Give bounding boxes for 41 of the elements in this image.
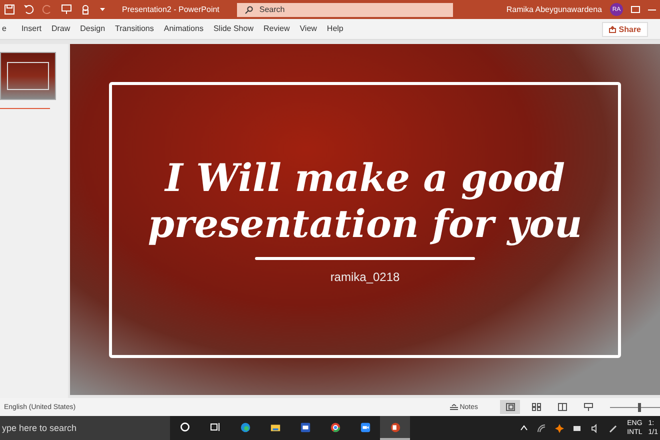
- task-view-icon: [210, 422, 220, 432]
- book-icon: [558, 403, 566, 411]
- dropdown-icon[interactable]: [99, 6, 106, 13]
- undo-icon[interactable]: [23, 4, 34, 15]
- search-icon: [245, 6, 254, 14]
- ribbon-tab[interactable]: Design: [80, 22, 106, 36]
- ribbon-tab[interactable]: Animations: [164, 22, 204, 36]
- chevron-up-icon[interactable]: [520, 425, 528, 431]
- projector-screen-icon: [584, 403, 592, 411]
- share-icon: [608, 26, 616, 32]
- powerpoint-icon: [390, 422, 400, 432]
- ribbon-tab[interactable]: Transitions: [115, 22, 154, 36]
- slide-thumbnail[interactable]: [0, 52, 56, 100]
- ribbon-tab[interactable]: Slide Show: [213, 22, 254, 36]
- video-camera-icon: [360, 422, 370, 432]
- taskbar-search-field[interactable]: ype here to search: [0, 416, 170, 440]
- ribbon-tab[interactable]: View: [300, 22, 317, 36]
- document-title: Presentation2 - PowerPoint: [122, 5, 220, 14]
- presentation-icon[interactable]: [61, 4, 72, 15]
- ribbon-tab[interactable]: Review: [263, 22, 290, 36]
- circle-icon: [180, 422, 190, 432]
- ribbon-tab[interactable]: Insert: [21, 22, 42, 36]
- chrome-icon: [330, 422, 340, 432]
- ribbon-tab[interactable]: e: [2, 22, 6, 36]
- antivirus-icon[interactable]: [555, 424, 564, 432]
- wifi-icon[interactable]: [537, 424, 546, 432]
- pen-icon[interactable]: [609, 424, 618, 432]
- battery-icon[interactable]: [573, 424, 582, 432]
- user-name: Ramika Abeygunawardena: [506, 5, 602, 14]
- slide-subtitle: ramika_0218: [330, 270, 400, 284]
- search-field[interactable]: Search: [237, 2, 454, 16]
- grid-icon: [532, 403, 540, 411]
- zoom-thumb[interactable]: [638, 402, 640, 412]
- ribbon-tab[interactable]: Draw: [51, 22, 70, 36]
- save-icon[interactable]: [4, 4, 15, 15]
- normal-view-icon: [506, 403, 514, 411]
- slide-title: I Will make a good presentation for you: [146, 155, 584, 247]
- notes-icon: [450, 404, 458, 410]
- share-button[interactable]: Share: [602, 22, 648, 36]
- view-button[interactable]: [500, 400, 520, 414]
- ribbon-tab[interactable]: Help: [326, 22, 344, 36]
